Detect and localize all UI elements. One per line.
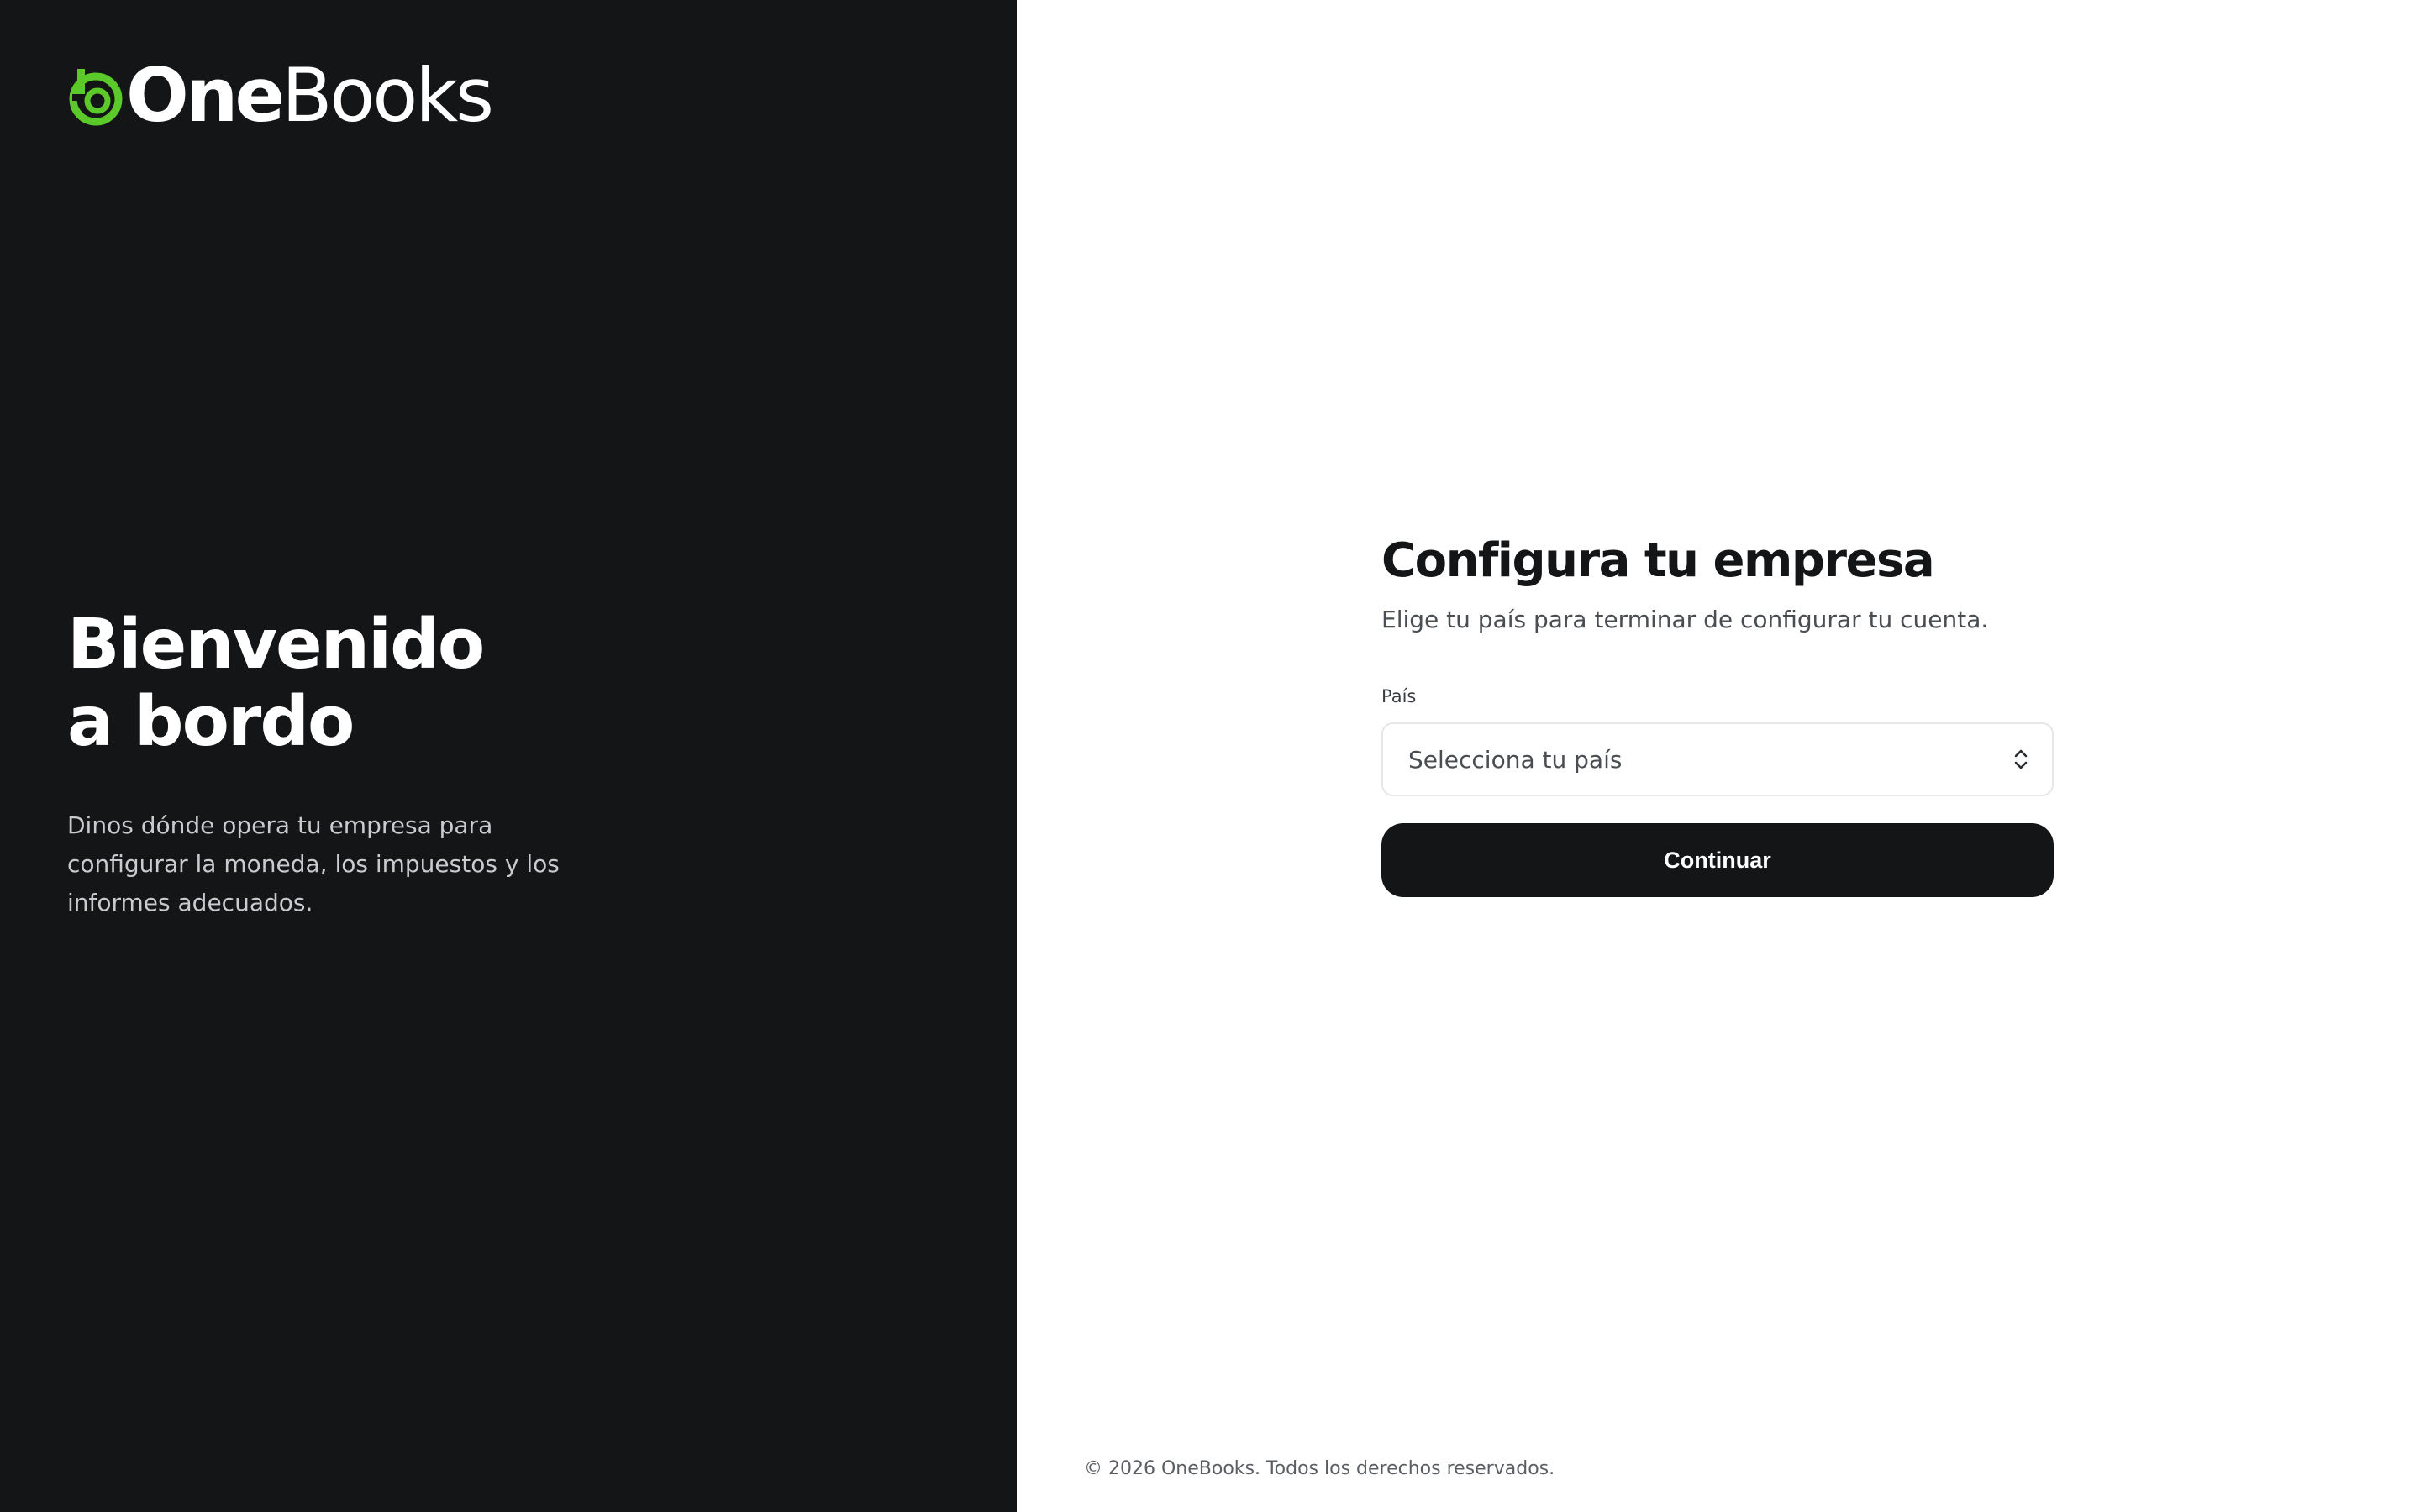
welcome-block: Bienvenido a bordo Dinos dónde opera tu … — [67, 606, 739, 922]
footer-copyright: © 2026 OneBooks. Todos los derechos rese… — [1084, 1458, 1555, 1479]
country-select-value: Selecciona tu país — [1408, 745, 1623, 774]
form-title: Configura tu empresa — [1381, 533, 1935, 588]
form-subtitle: Elige tu país para terminar de configura… — [1381, 606, 1989, 633]
company-setup-form: Configura tu empresa Elige tu país para … — [1381, 531, 2054, 897]
welcome-title-line1: Bienvenido — [67, 605, 485, 685]
country-select[interactable]: Selecciona tu país — [1381, 722, 2054, 796]
welcome-panel: One Books Bienvenido a bordo Dinos dónde… — [0, 0, 1017, 1512]
onebooks-logo-icon — [69, 69, 123, 126]
welcome-title-line2: a bordo — [67, 682, 355, 762]
continue-button-label: Continuar — [1664, 847, 1771, 873]
setup-panel: Configura tu empresa Elige tu país para … — [1017, 0, 2420, 1512]
welcome-description: Dinos dónde opera tu empresa para config… — [67, 811, 560, 916]
welcome-title: Bienvenido a bordo — [67, 606, 739, 761]
logo-wordmark-one: One — [126, 52, 285, 139]
chevrons-up-down-icon — [2014, 749, 2028, 769]
logo-wordmark-books: Books — [281, 52, 494, 139]
continue-button[interactable]: Continuar — [1381, 823, 2054, 897]
country-label: País — [1381, 686, 1417, 706]
onboarding-page: One Books Bienvenido a bordo Dinos dónde… — [0, 0, 2420, 1512]
brand-logo[interactable]: One Books — [67, 52, 494, 139]
